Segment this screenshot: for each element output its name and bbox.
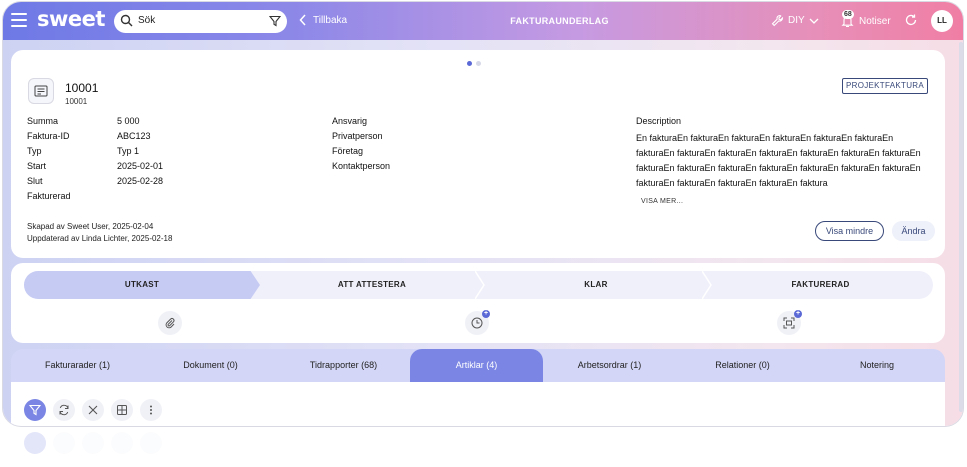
description-label: Description	[636, 116, 682, 126]
step-att-attestera[interactable]: ATT ATTESTERA	[260, 271, 484, 299]
columns-button[interactable]	[111, 399, 133, 421]
field-label: Privatperson	[332, 131, 383, 141]
status-stepper: UTKAST ATT ATTESTERA KLAR FAKTURERAD	[24, 271, 933, 299]
carousel-dot[interactable]	[467, 61, 472, 66]
add-time-button[interactable]: +	[465, 310, 490, 335]
tab-arbetsordrar[interactable]: Arbetsordrar (1)	[543, 349, 676, 382]
diy-menu[interactable]: DIY	[771, 14, 819, 27]
paperclip-icon	[165, 318, 175, 329]
field-label: Start	[27, 161, 47, 171]
updated-info: Uppdaterad av Linda Lichter, 2025-02-18	[27, 234, 173, 243]
field-value: 2025-02-01	[117, 161, 164, 171]
tab-artiklar[interactable]: Artiklar (4)	[410, 349, 543, 382]
field-value: 5 000	[117, 116, 140, 126]
notifications-label: Notiser	[859, 15, 891, 27]
plus-icon: +	[794, 310, 802, 318]
carousel-dots	[467, 61, 481, 66]
back-label: Tillbaka	[313, 14, 348, 26]
chevron-down-icon	[809, 18, 819, 24]
app-logo[interactable]: sweet	[37, 7, 105, 31]
step-fakturerad[interactable]: FAKTURERAD	[708, 271, 933, 299]
more-icon	[150, 405, 152, 415]
step-klar[interactable]: KLAR	[484, 271, 708, 299]
chevron-left-icon	[299, 14, 306, 26]
record-card: 10001 10001 PROJEKTFAKTURA Summa 5 000 F…	[11, 50, 945, 258]
tab-bar: Fakturarader (1) Dokument (0) Tidrapport…	[11, 349, 945, 382]
field-label: Fakturerad	[27, 191, 71, 201]
reflection-more-icon	[140, 432, 162, 454]
clear-button[interactable]	[82, 399, 104, 421]
tab-relationer[interactable]: Relationer (0)	[676, 349, 809, 382]
step-utkast[interactable]: UTKAST	[24, 271, 260, 299]
invoice-icon	[28, 78, 54, 104]
field-label: Kontaktperson	[332, 161, 391, 171]
wrench-icon	[771, 14, 784, 27]
reflection-refresh-icon	[53, 432, 75, 454]
app-window: sweet Sök Tillbaka FAKTURAUNDERLAG DIY N…	[3, 2, 963, 426]
record-id: 10001	[65, 81, 99, 95]
search-input[interactable]: Sök	[114, 10, 287, 33]
show-less-button[interactable]: Visa mindre	[815, 221, 884, 241]
window-reflection	[3, 428, 963, 467]
field-label: Ansvarig	[332, 116, 368, 126]
description-text: En fakturaEn fakturaEn fakturaEn faktura…	[636, 133, 921, 188]
show-more-link[interactable]: VISA MER...	[641, 198, 683, 205]
reflection-close-icon	[82, 432, 104, 454]
filter-button[interactable]	[24, 399, 46, 421]
user-avatar[interactable]: LL	[931, 10, 953, 32]
field-value: Typ 1	[117, 146, 140, 156]
columns-icon	[117, 405, 127, 415]
tab-tidrapporter[interactable]: Tidrapporter (68)	[277, 349, 410, 382]
refresh-icon[interactable]	[904, 13, 918, 27]
plus-icon: +	[482, 310, 490, 318]
field-label: Faktura-ID	[27, 131, 70, 141]
close-icon	[88, 405, 98, 415]
attachment-button[interactable]	[158, 311, 182, 335]
diy-label: DIY	[788, 15, 805, 26]
scrollbar[interactable]	[959, 42, 963, 412]
field-label: Summa	[27, 116, 59, 126]
search-placeholder: Sök	[138, 15, 156, 26]
project-invoice-button[interactable]: PROJEKTFAKTURA	[842, 78, 928, 94]
page-title: FAKTURAUNDERLAG	[510, 16, 609, 26]
edit-button[interactable]: Ändra	[892, 221, 935, 241]
add-scan-button[interactable]: +	[777, 310, 802, 335]
filter-icon[interactable]	[269, 15, 281, 27]
tab-dokument[interactable]: Dokument (0)	[144, 349, 277, 382]
status-card: UTKAST ATT ATTESTERA KLAR FAKTURERAD + +	[11, 263, 945, 343]
scan-icon	[783, 317, 795, 329]
search-icon	[120, 14, 133, 27]
tab-notering[interactable]: Notering	[809, 349, 945, 382]
more-button[interactable]	[140, 399, 162, 421]
clock-icon	[471, 317, 483, 329]
notifications-count-badge: 68	[842, 10, 854, 19]
field-label: Företag	[332, 146, 364, 156]
filter-icon	[29, 404, 41, 416]
back-link[interactable]: Tillbaka	[299, 14, 347, 26]
refresh-button[interactable]	[53, 399, 75, 421]
tab-fakturarader[interactable]: Fakturarader (1)	[11, 349, 144, 382]
record-id-sub: 10001	[65, 97, 88, 106]
menu-icon[interactable]	[11, 13, 27, 27]
field-label: Typ	[27, 146, 42, 156]
reflection-columns-icon	[111, 432, 133, 454]
field-value: ABC123	[117, 131, 151, 141]
reflection-filter-icon	[24, 432, 46, 454]
field-label: Slut	[27, 176, 43, 186]
refresh-icon	[59, 404, 69, 416]
carousel-dot[interactable]	[476, 61, 481, 66]
top-bar: sweet Sök Tillbaka FAKTURAUNDERLAG DIY N…	[3, 2, 963, 40]
field-value: 2025-02-28	[117, 176, 164, 186]
created-info: Skapad av Sweet User, 2025-02-04	[27, 222, 154, 231]
